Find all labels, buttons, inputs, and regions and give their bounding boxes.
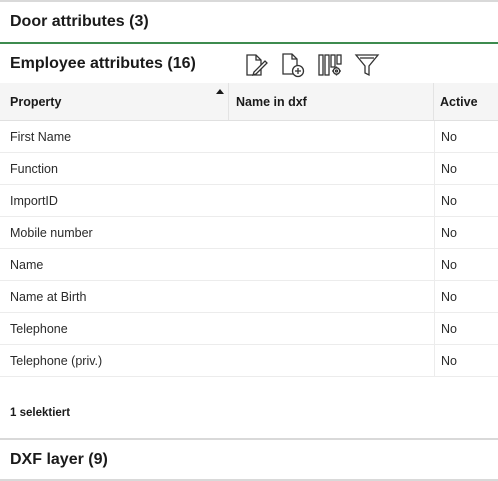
cell-active: No [434, 313, 498, 344]
cell-name-in-dxf [229, 281, 434, 312]
cell-active: No [434, 345, 498, 376]
filter-icon [354, 54, 380, 77]
table-row[interactable]: Name No [0, 249, 498, 281]
cell-active: No [434, 121, 498, 152]
column-header-active[interactable]: Active [434, 83, 498, 120]
table-header: Property Name in dxf Active [0, 83, 498, 121]
cell-name-in-dxf [229, 249, 434, 280]
selection-status: 1 selektiert [10, 407, 71, 419]
column-settings-icon [318, 54, 342, 76]
dxf-layer-title: DXF layer (9) [10, 450, 108, 468]
cell-name-in-dxf [229, 185, 434, 216]
edit-button[interactable] [242, 51, 270, 79]
attributes-table: Property Name in dxf Active First Name N… [0, 83, 498, 377]
cell-active: No [434, 153, 498, 184]
cell-name-in-dxf [229, 153, 434, 184]
cell-name-in-dxf [229, 345, 434, 376]
table-row[interactable]: Telephone (priv.) No [0, 345, 498, 377]
cell-property: Mobile number [10, 225, 93, 240]
column-header-property[interactable]: Property [0, 83, 229, 120]
filter-button[interactable] [353, 51, 381, 79]
cell-active: No [434, 249, 498, 280]
cell-property: Telephone [10, 321, 68, 336]
cell-active: No [434, 217, 498, 248]
cell-property: First Name [10, 129, 72, 144]
table-row[interactable]: Function No [0, 153, 498, 185]
cell-active: No [434, 281, 498, 312]
cell-property: ImportID [10, 193, 58, 208]
cell-name-in-dxf [229, 217, 434, 248]
table-row[interactable]: Name at Birth No [0, 281, 498, 313]
cell-name-in-dxf [229, 121, 434, 152]
column-settings-button[interactable] [316, 51, 344, 79]
door-attributes-title: Door attributes (3) [10, 13, 149, 30]
cell-active: No [434, 185, 498, 216]
table-row[interactable]: Telephone No [0, 313, 498, 345]
cell-property: Name [10, 257, 44, 272]
table-row[interactable]: First Name No [0, 121, 498, 153]
cell-name-in-dxf [229, 313, 434, 344]
sort-ascending-icon [216, 89, 224, 94]
cell-property: Function [10, 161, 58, 176]
dxf-layer-header[interactable]: DXF layer (9) [0, 438, 498, 481]
add-button[interactable] [279, 51, 307, 79]
column-header-name-in-dxf[interactable]: Name in dxf [229, 83, 434, 120]
table-row[interactable]: Mobile number No [0, 217, 498, 249]
cell-property: Telephone (priv.) [10, 353, 103, 368]
add-document-icon [282, 53, 305, 78]
table-row[interactable]: ImportID No [0, 185, 498, 217]
attributes-toolbar [242, 50, 381, 80]
employee-attributes-title: Employee attributes (16) [10, 54, 196, 72]
cell-property: Name at Birth [10, 289, 87, 304]
edit-document-icon [246, 54, 268, 77]
door-attributes-header[interactable]: Door attributes (3) [0, 0, 498, 44]
